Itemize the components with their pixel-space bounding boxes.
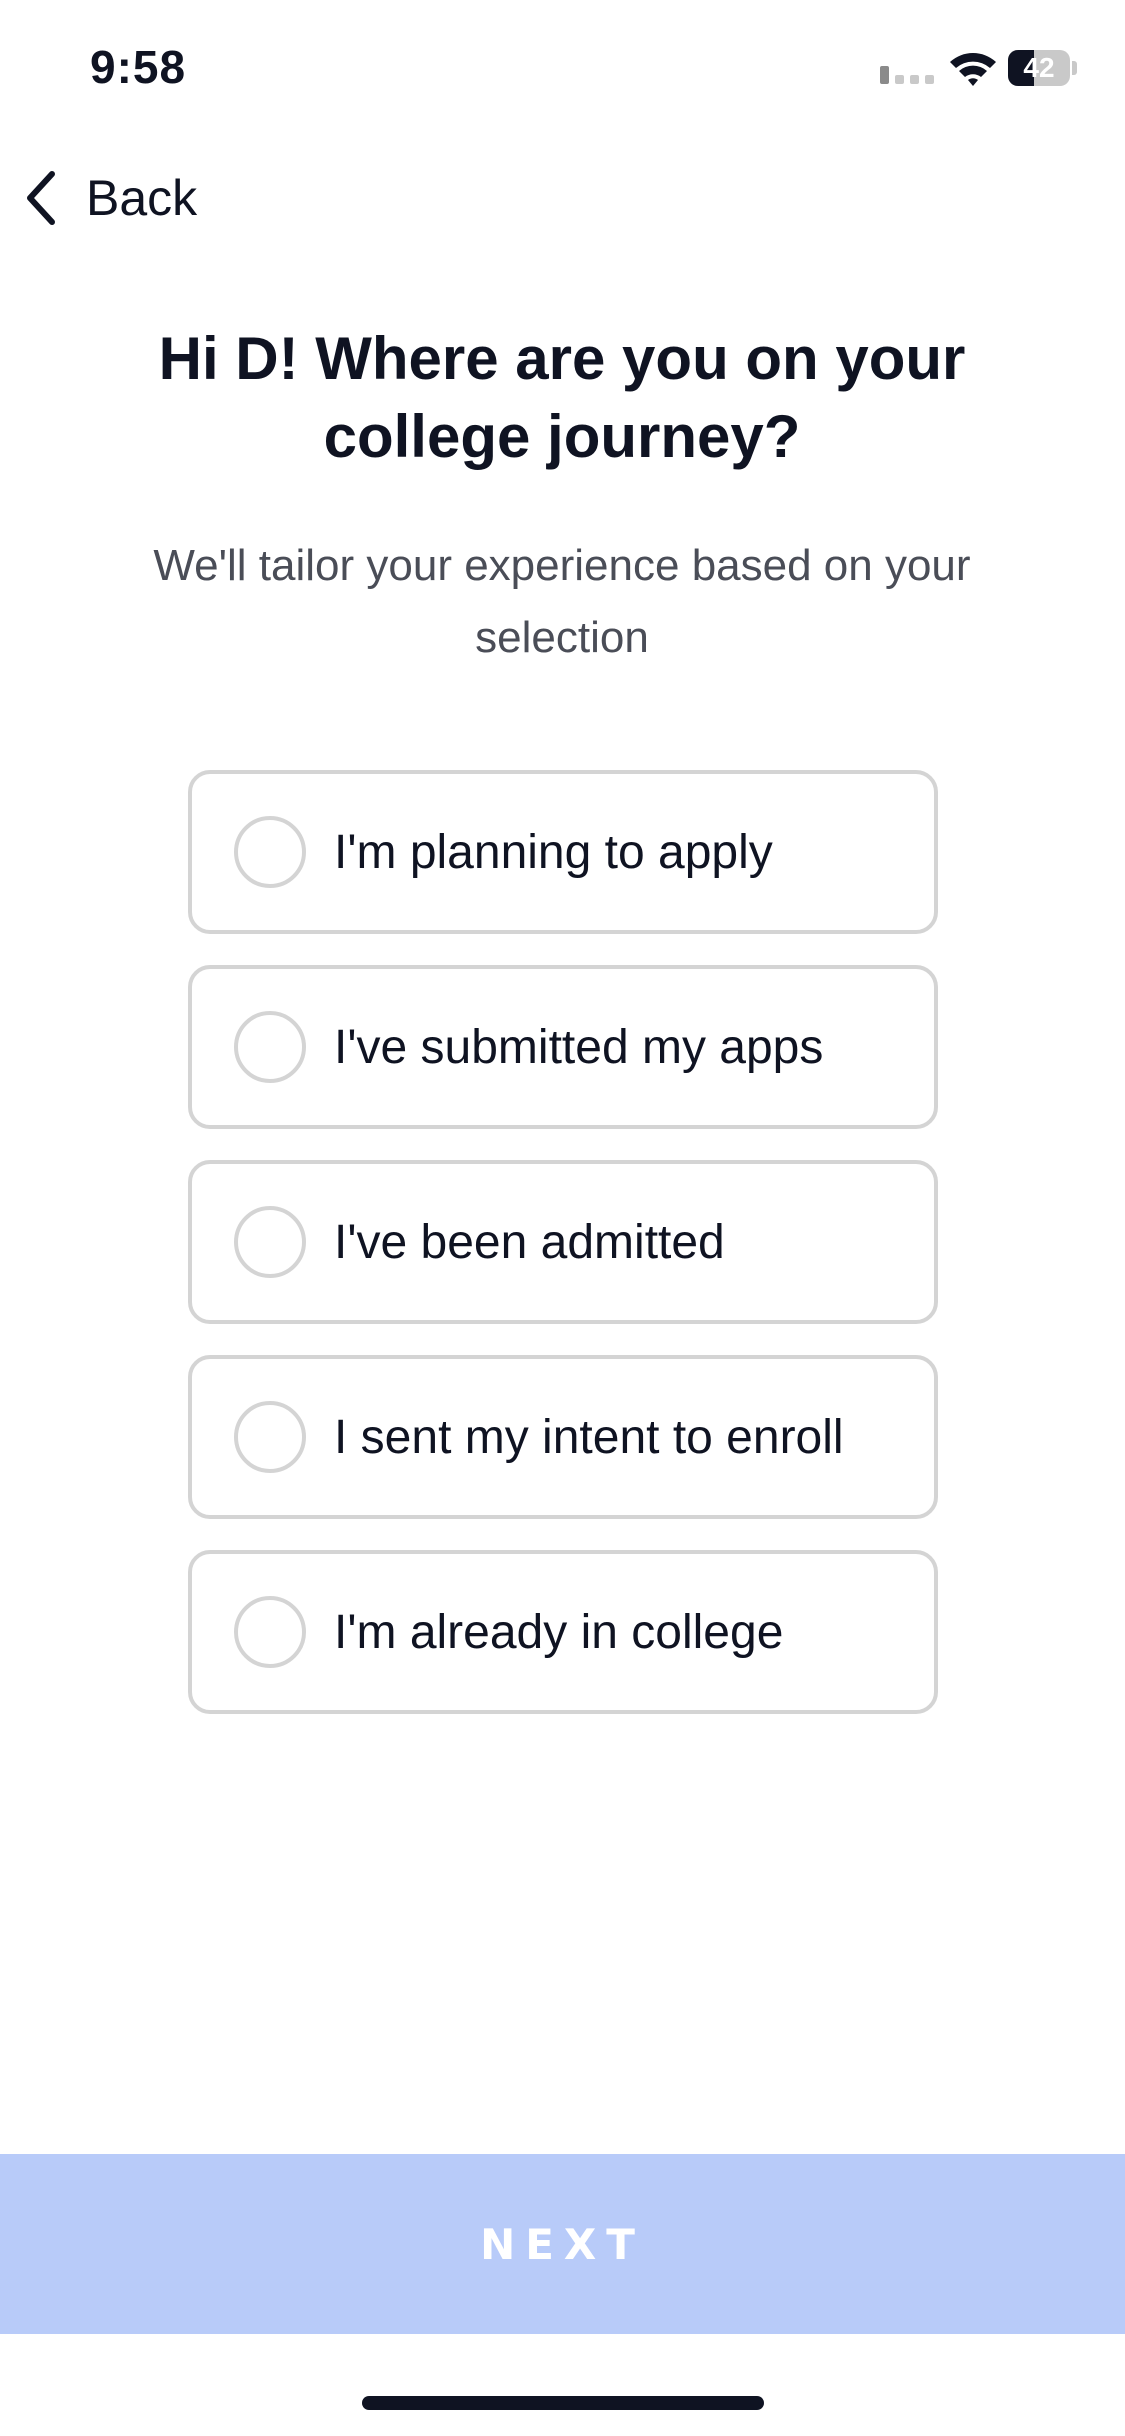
option-label: I'm planning to apply (334, 825, 773, 879)
back-button[interactable]: Back (22, 160, 197, 236)
option-label: I've submitted my apps (334, 1020, 824, 1074)
option-label: I sent my intent to enroll (334, 1410, 844, 1464)
battery-level: 42 (1023, 52, 1055, 83)
radio-button[interactable] (234, 1401, 306, 1473)
signal-icon (880, 66, 934, 84)
option-intent-to-enroll[interactable]: I sent my intent to enroll (188, 1355, 938, 1519)
battery-cap (1072, 61, 1077, 75)
home-indicator (362, 2396, 764, 2410)
radio-button[interactable] (234, 1011, 306, 1083)
option-label: I've been admitted (334, 1215, 725, 1269)
radio-button[interactable] (234, 1596, 306, 1668)
option-label: I'm already in college (334, 1605, 784, 1659)
next-button[interactable]: NEXT (0, 2154, 1125, 2334)
wifi-icon (950, 53, 996, 86)
option-planning-to-apply[interactable]: I'm planning to apply (188, 770, 938, 934)
option-been-admitted[interactable]: I've been admitted (188, 1160, 938, 1324)
back-label: Back (86, 170, 198, 226)
next-label: NEXT (480, 2219, 645, 2269)
status-time: 9:58 (90, 41, 187, 93)
options-list: I'm planning to apply I've submitted my … (188, 770, 938, 1745)
radio-button[interactable] (234, 816, 306, 888)
option-already-in-college[interactable]: I'm already in college (188, 1550, 938, 1714)
radio-button[interactable] (234, 1206, 306, 1278)
status-bar: 9:58 42 (0, 0, 1125, 140)
page-subtitle: We'll tailor your experience based on yo… (153, 541, 971, 662)
option-submitted-apps[interactable]: I've submitted my apps (188, 965, 938, 1129)
battery-icon: 42 (1008, 50, 1078, 86)
battery-body: 42 (1008, 50, 1070, 86)
chevron-left-icon (27, 171, 55, 225)
page-title: Hi D! Where are you on your college jour… (158, 325, 966, 470)
